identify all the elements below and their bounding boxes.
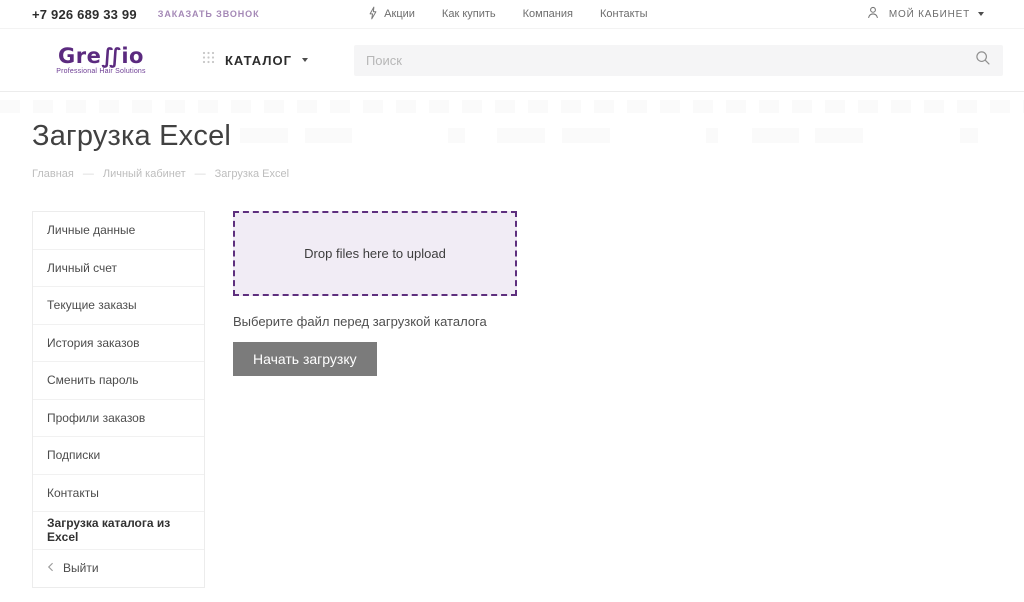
person-icon <box>865 4 881 24</box>
breadcrumb-account[interactable]: Личный кабинет <box>103 168 186 180</box>
sidebar-item-label: Текущие заказы <box>47 298 137 312</box>
sidebar-item-personal-data[interactable]: Личные данные <box>33 212 204 250</box>
catalog-label: КАТАЛОГ <box>225 53 292 68</box>
sidebar-item-label: Личные данные <box>47 223 135 237</box>
file-dropzone[interactable]: Drop files here to upload <box>233 211 517 296</box>
grid-icon <box>202 51 215 69</box>
sidebar-item-label: История заказов <box>47 336 140 350</box>
site-header: Gre∬io Professional Hair Solutions КАТАЛ… <box>0 29 1024 92</box>
sidebar-item-label: Выйти <box>63 561 99 575</box>
nav-item-contacts[interactable]: Контакты <box>600 8 648 20</box>
logo-wordmark: Gre∬io <box>55 46 147 66</box>
nav-item-label: Контакты <box>600 8 648 20</box>
top-navigation: Акции Как купить Компания Контакты <box>368 6 647 23</box>
search-bar <box>354 45 1003 76</box>
search-icon[interactable] <box>974 49 991 71</box>
catalog-button[interactable]: КАТАЛОГ <box>202 51 308 69</box>
sidebar-item-subscriptions[interactable]: Подписки <box>33 437 204 475</box>
sidebar-item-logout[interactable]: Выйти <box>33 550 204 588</box>
sidebar-item-label: Контакты <box>47 486 99 500</box>
nav-item-label: Компания <box>523 8 573 20</box>
skeleton-row <box>0 100 1024 113</box>
chevron-down-icon <box>302 58 308 62</box>
upload-panel: Drop files here to upload Выберите файл … <box>233 211 517 376</box>
phone-number: +7 926 689 33 99 <box>32 7 137 22</box>
logo-tagline: Professional Hair Solutions <box>55 68 147 75</box>
nav-item-promotions[interactable]: Акции <box>368 6 415 23</box>
sidebar-item-excel-upload[interactable]: Загрузка каталога из Excel <box>33 512 204 550</box>
sidebar-item-label: Профили заказов <box>47 411 145 425</box>
sidebar-item-label: Подписки <box>47 448 100 462</box>
breadcrumb: Главная — Личный кабинет — Загрузка Exce… <box>32 168 1024 180</box>
content-columns: Личные данные Личный счет Текущие заказы… <box>32 211 1024 588</box>
nav-item-label: Акции <box>384 8 415 20</box>
breadcrumb-separator: — <box>195 168 206 180</box>
top-bar: +7 926 689 33 99 ЗАКАЗАТЬ ЗВОНОК Акции К… <box>0 0 1024 29</box>
start-upload-button[interactable]: Начать загрузку <box>233 342 377 376</box>
request-callback-link[interactable]: ЗАКАЗАТЬ ЗВОНОК <box>158 9 260 19</box>
sidebar-item-order-history[interactable]: История заказов <box>33 325 204 363</box>
sidebar-item-order-profiles[interactable]: Профили заказов <box>33 400 204 438</box>
sidebar-item-current-orders[interactable]: Текущие заказы <box>33 287 204 325</box>
my-account-label: МОЙ КАБИНЕТ <box>889 9 970 20</box>
sidebar-item-label: Сменить пароль <box>47 373 139 387</box>
breadcrumb-home[interactable]: Главная <box>32 168 74 180</box>
lightning-icon <box>368 6 378 23</box>
nav-item-company[interactable]: Компания <box>523 8 573 20</box>
sidebar-item-label: Личный счет <box>47 261 117 275</box>
page-title: Загрузка Excel <box>32 120 1024 153</box>
sidebar-item-personal-account[interactable]: Личный счет <box>33 250 204 288</box>
page-content: Загрузка Excel Главная — Личный кабинет … <box>0 120 1024 588</box>
breadcrumb-separator: — <box>83 168 94 180</box>
breadcrumb-current: Загрузка Excel <box>215 168 289 180</box>
dropzone-label: Drop files here to upload <box>304 246 446 261</box>
search-input[interactable] <box>366 53 974 68</box>
sidebar-item-contacts[interactable]: Контакты <box>33 475 204 513</box>
topbar-left-group: +7 926 689 33 99 ЗАКАЗАТЬ ЗВОНОК <box>32 7 259 22</box>
site-logo[interactable]: Gre∬io Professional Hair Solutions <box>55 46 147 75</box>
account-sidebar: Личные данные Личный счет Текущие заказы… <box>32 211 205 588</box>
sidebar-item-change-password[interactable]: Сменить пароль <box>33 362 204 400</box>
sidebar-item-label: Загрузка каталога из Excel <box>47 516 190 544</box>
upload-hint-text: Выберите файл перед загрузкой каталога <box>233 314 517 329</box>
nav-item-how-to-buy[interactable]: Как купить <box>442 8 496 20</box>
chevron-down-icon <box>978 12 984 16</box>
chevron-left-icon <box>47 561 54 575</box>
my-account-menu[interactable]: МОЙ КАБИНЕТ <box>865 4 984 24</box>
nav-item-label: Как купить <box>442 8 496 20</box>
